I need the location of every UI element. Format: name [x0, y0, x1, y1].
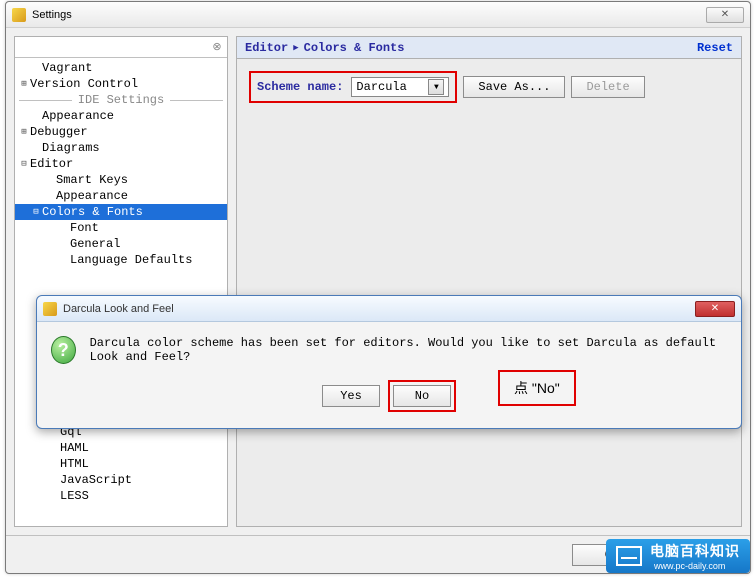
dialog-close-button[interactable]: ✕ — [695, 301, 735, 317]
tree-item[interactable]: ⊞Debugger — [15, 124, 227, 140]
reset-link[interactable]: Reset — [697, 41, 733, 55]
settings-sidebar: ⊗ Vagrant ⊞Version Control IDE Settings … — [14, 36, 228, 527]
breadcrumb-item: Colors & Fonts — [304, 41, 405, 55]
clear-search-icon[interactable]: ⊗ — [211, 41, 223, 53]
save-as-button[interactable]: Save As... — [463, 76, 565, 98]
tree-item-colors-fonts[interactable]: ⊟Colors & Fonts — [15, 204, 227, 220]
confirm-dialog: Darcula Look and Feel ✕ ? Darcula color … — [36, 295, 742, 429]
chevron-right-icon: ▶ — [293, 43, 298, 53]
settings-window: Settings ✕ ⊗ Vagrant ⊞Version Control ID… — [5, 1, 751, 574]
tree-item[interactable]: Vagrant — [15, 60, 227, 76]
tree-item[interactable]: ⊞Version Control — [15, 76, 227, 92]
window-close-button[interactable]: ✕ — [706, 7, 744, 23]
tree-item[interactable]: General — [15, 236, 227, 252]
tree-item[interactable]: Font — [15, 220, 227, 236]
sidebar-search-input[interactable] — [19, 39, 211, 55]
watermark-text: 电脑百科知识 — [650, 541, 740, 561]
watermark-url: www.pc-daily.com — [654, 561, 740, 571]
annotation-click-no: 点 "No" — [498, 370, 576, 406]
tree-item[interactable]: Appearance — [15, 188, 227, 204]
watermark: 电脑百科知识 www.pc-daily.com — [606, 539, 750, 573]
content-area: ⊗ Vagrant ⊞Version Control IDE Settings … — [6, 28, 750, 535]
tree-item[interactable]: ⊟Editor — [15, 156, 227, 172]
tree-item[interactable]: Diagrams — [15, 140, 227, 156]
monitor-icon — [616, 546, 642, 566]
main-panel: Editor ▶ Colors & Fonts Reset Scheme nam… — [236, 36, 742, 527]
tree-item[interactable]: Appearance — [15, 108, 227, 124]
scheme-row: Scheme name: Darcula ▼ Save As... Delete — [237, 59, 741, 115]
dialog-message: Darcula color scheme has been set for ed… — [90, 336, 727, 364]
dialog-title: Darcula Look and Feel — [63, 303, 174, 315]
scheme-name-value: Darcula — [356, 80, 406, 94]
delete-button: Delete — [571, 76, 644, 98]
scheme-name-label: Scheme name: — [257, 80, 343, 94]
no-button[interactable]: No — [393, 385, 451, 407]
window-title: Settings — [32, 9, 72, 21]
scheme-name-dropdown[interactable]: Darcula ▼ — [351, 77, 449, 97]
tree-item[interactable]: Language Defaults — [15, 252, 227, 268]
dialog-titlebar: Darcula Look and Feel ✕ — [37, 296, 741, 322]
app-icon — [12, 8, 26, 22]
app-icon — [43, 302, 57, 316]
breadcrumb: Editor ▶ Colors & Fonts Reset — [237, 37, 741, 59]
dialog-body: ? Darcula color scheme has been set for … — [37, 322, 741, 428]
dialog-button-row: Yes No — [51, 380, 727, 412]
question-icon: ? — [51, 336, 76, 364]
tree-item[interactable]: JavaScript — [15, 472, 227, 488]
tree-item[interactable]: LESS — [15, 488, 227, 504]
yes-button[interactable]: Yes — [322, 385, 380, 407]
tree-item[interactable]: HAML — [15, 440, 227, 456]
titlebar: Settings ✕ — [6, 2, 750, 28]
ide-settings-divider: IDE Settings — [15, 92, 227, 108]
settings-tree[interactable]: Vagrant ⊞Version Control IDE Settings Ap… — [15, 58, 227, 526]
chevron-down-icon[interactable]: ▼ — [428, 79, 444, 95]
tree-item[interactable]: HTML — [15, 456, 227, 472]
breadcrumb-item[interactable]: Editor — [245, 41, 288, 55]
highlight-scheme: Scheme name: Darcula ▼ — [249, 71, 457, 103]
tree-item[interactable]: Smart Keys — [15, 172, 227, 188]
sidebar-search-row: ⊗ — [15, 37, 227, 58]
